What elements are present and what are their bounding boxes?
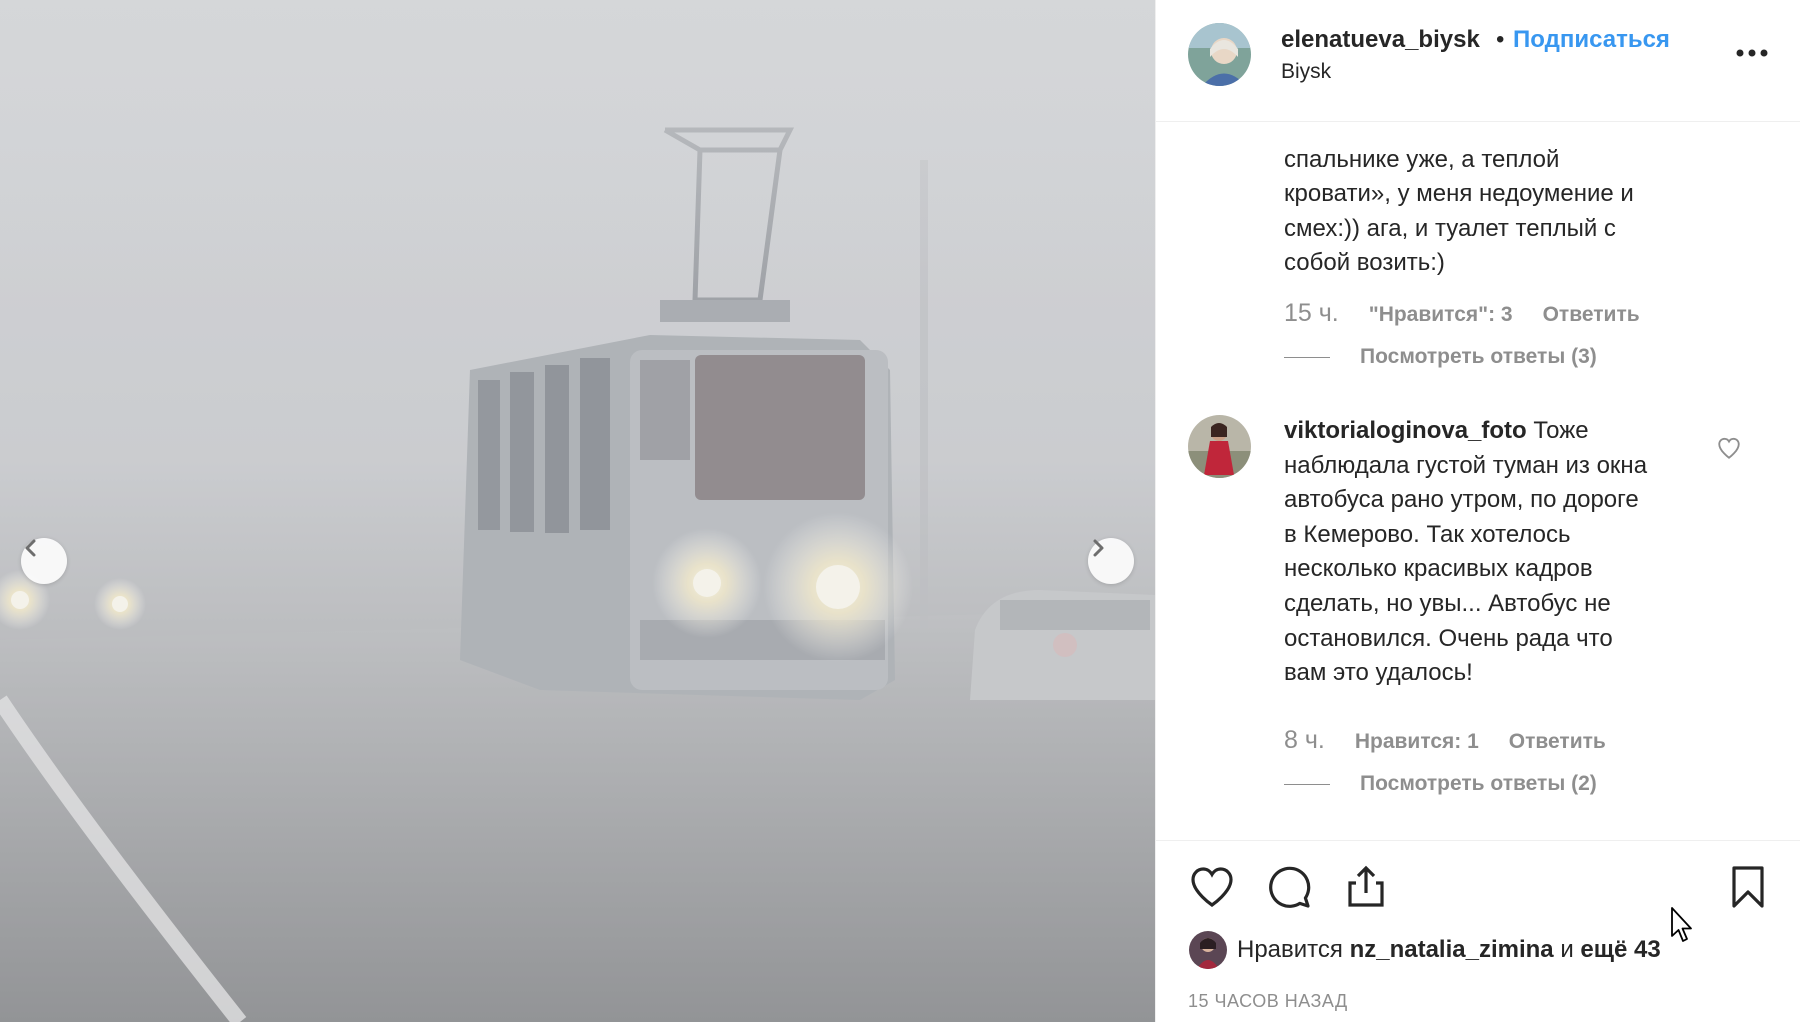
heart-icon [1191,867,1233,907]
likes-count-link[interactable]: ещё 43 [1580,936,1660,964]
comment-line: несколько красивых кадров [1284,555,1593,583]
comment-meta: 8 ч. Нравится: 1 Ответить [1284,726,1606,755]
previous-photo-button[interactable] [21,538,67,584]
reply-button[interactable]: Ответить [1543,303,1640,327]
comment-text: viktorialoginova_foto Тоже наблюдала гус… [1284,414,1704,691]
post-side-panel: elenatueva_biysk • Подписаться Biysk спа… [1155,0,1800,1022]
comment-line: остановился. Очень рада что [1284,624,1613,652]
comment-line: автобуса рано утром, по дороге [1284,486,1639,514]
more-options-icon[interactable] [1735,32,1769,66]
commenter-username[interactable]: viktorialoginova_foto [1284,417,1527,444]
view-replies-button[interactable]: Посмотреть ответы (2) [1284,772,1597,796]
post-location[interactable]: Biysk [1281,60,1331,84]
comment-line: спальнике уже, а теплой [1284,145,1560,173]
view-replies-label: Посмотреть ответы (3) [1360,345,1597,368]
liker-avatar[interactable] [1189,931,1227,969]
comment-line: вам это удалось! [1284,659,1473,687]
commenter-avatar[interactable] [1188,415,1251,478]
post-time-ago[interactable]: 15 ЧАСОВ НАЗАД [1188,991,1348,1012]
likes-prefix: Нравится [1237,936,1343,963]
view-replies-label: Посмотреть ответы (2) [1360,772,1597,795]
comment-line: собой возить:) [1284,249,1445,277]
reply-button[interactable]: Ответить [1509,730,1606,754]
likes-summary: Нравится nz_natalia_zimina и ещё 43 [1189,931,1661,969]
comment-button[interactable] [1263,861,1315,913]
share-icon [1348,865,1384,907]
comment-first-line: viktorialoginova_foto Тоже [1284,414,1704,449]
post-actions: Нравится nz_natalia_zimina и ещё 43 15 Ч… [1156,840,1800,1022]
save-button[interactable] [1722,861,1774,913]
comment-first-words: Тоже [1533,417,1589,444]
share-button[interactable] [1340,861,1392,913]
post-photo[interactable] [0,0,1155,1022]
fog-tram-image [0,0,1155,1022]
comment-line: наблюдала густой туман из окна [1284,451,1648,479]
comment-likes[interactable]: Нравится: 1 [1355,730,1479,754]
author-avatar[interactable] [1188,23,1251,86]
likes-middle: и [1560,936,1574,963]
comment-line: в Кемерово. Так хотелось [1284,520,1571,548]
post-header: elenatueva_biysk • Подписаться Biysk [1156,0,1800,122]
view-replies-button[interactable]: Посмотреть ответы (3) [1284,345,1597,369]
chevron-left-icon [25,539,36,557]
bookmark-icon [1732,866,1764,908]
chevron-right-icon [1093,539,1104,557]
comment-meta: 15 ч. "Нравится": 3 Ответить [1284,299,1640,328]
comment-time[interactable]: 15 ч. [1284,299,1339,328]
comment-likes[interactable]: "Нравится": 3 [1369,303,1513,327]
next-photo-button[interactable] [1088,538,1134,584]
author-username[interactable]: elenatueva_biysk [1281,26,1480,54]
mouse-cursor-icon [1671,907,1692,942]
comment-line: кровати», у меня недоумение и [1284,180,1634,208]
comments-list[interactable]: спальнике уже, а теплой кровати», у меня… [1156,122,1800,840]
comment-line: смех:)) ага, и туалет теплый с [1284,214,1616,242]
replies-divider [1284,783,1330,785]
like-button[interactable] [1186,861,1238,913]
comment-icon [1269,866,1311,908]
comment-time[interactable]: 8 ч. [1284,726,1325,755]
comment-line-cut [1284,122,1704,143]
comment-text: спальнике уже, а теплой кровати», у меня… [1284,122,1704,281]
follow-button[interactable]: Подписаться [1513,26,1670,54]
separator-dot: • [1496,26,1505,53]
liker-username[interactable]: nz_natalia_zimina [1350,936,1554,964]
comment-line: сделать, но увы... Автобус не [1284,589,1611,617]
replies-divider [1284,356,1330,358]
like-comment-heart-icon[interactable] [1716,435,1742,461]
